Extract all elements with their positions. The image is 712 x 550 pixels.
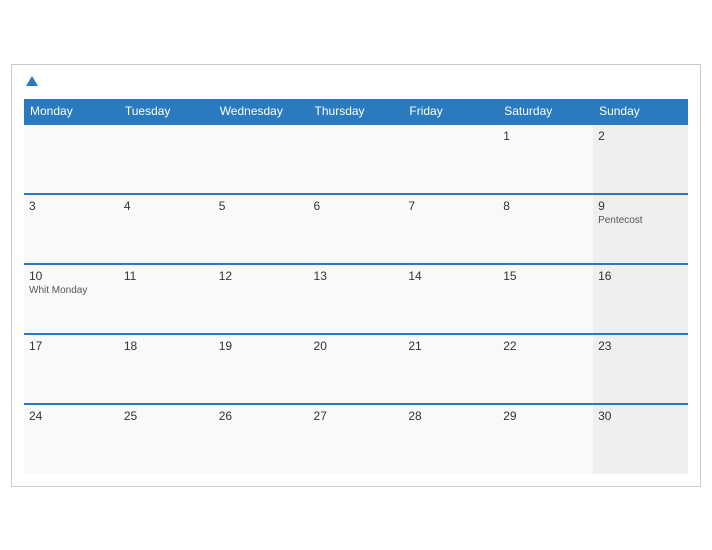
calendar-row-week-5: 24 25 26 27 28 29 30 bbox=[24, 404, 688, 474]
day-number: 6 bbox=[314, 199, 399, 213]
weekday-header-friday: Friday bbox=[403, 99, 498, 124]
day-number: 27 bbox=[314, 409, 399, 423]
calendar-cell: 5 bbox=[214, 194, 309, 264]
day-number: 26 bbox=[219, 409, 304, 423]
calendar-cell: 24 bbox=[24, 404, 119, 474]
calendar-row-week-2: 3456789 Pentecost bbox=[24, 194, 688, 264]
day-number: 25 bbox=[124, 409, 209, 423]
calendar-cell: 21 bbox=[403, 334, 498, 404]
weekday-header-saturday: Saturday bbox=[498, 99, 593, 124]
day-number: 7 bbox=[408, 199, 493, 213]
weekday-header-sunday: Sunday bbox=[593, 99, 688, 124]
logo-triangle-icon bbox=[26, 76, 38, 86]
day-number: 5 bbox=[219, 199, 304, 213]
day-number: 29 bbox=[503, 409, 588, 423]
weekday-header-thursday: Thursday bbox=[309, 99, 404, 124]
logo-text bbox=[24, 75, 38, 91]
day-number: 17 bbox=[29, 339, 114, 353]
calendar-cell: 12 bbox=[214, 264, 309, 334]
calendar-cell: 20 bbox=[309, 334, 404, 404]
day-number: 1 bbox=[503, 129, 588, 143]
calendar-cell: 30 bbox=[593, 404, 688, 474]
calendar-cell: 1 bbox=[498, 124, 593, 194]
weekday-header-row: MondayTuesdayWednesdayThursdayFridaySatu… bbox=[24, 99, 688, 124]
calendar-cell bbox=[214, 124, 309, 194]
day-number: 30 bbox=[598, 409, 683, 423]
logo bbox=[24, 75, 38, 91]
day-number: 15 bbox=[503, 269, 588, 283]
calendar-cell: 14 bbox=[403, 264, 498, 334]
day-number: 11 bbox=[124, 269, 209, 283]
calendar-cell bbox=[119, 124, 214, 194]
day-number: 14 bbox=[408, 269, 493, 283]
calendar-cell: 17 bbox=[24, 334, 119, 404]
day-number: 21 bbox=[408, 339, 493, 353]
day-number: 19 bbox=[219, 339, 304, 353]
calendar: MondayTuesdayWednesdayThursdayFridaySatu… bbox=[11, 64, 701, 487]
day-number: 18 bbox=[124, 339, 209, 353]
calendar-row-week-4: 17 18 19 20 21 22 23 bbox=[24, 334, 688, 404]
day-number: 13 bbox=[314, 269, 399, 283]
day-number: 10 bbox=[29, 269, 114, 283]
calendar-cell: 9 Pentecost bbox=[593, 194, 688, 264]
calendar-cell: 3 bbox=[24, 194, 119, 264]
calendar-cell: 27 bbox=[309, 404, 404, 474]
day-number: 20 bbox=[314, 339, 399, 353]
calendar-cell: 26 bbox=[214, 404, 309, 474]
day-number: 3 bbox=[29, 199, 114, 213]
day-number: 12 bbox=[219, 269, 304, 283]
calendar-header bbox=[24, 75, 688, 91]
calendar-cell: 10 Whit Monday bbox=[24, 264, 119, 334]
calendar-cell: 15 bbox=[498, 264, 593, 334]
holiday-label: Whit Monday bbox=[29, 285, 114, 296]
day-number: 28 bbox=[408, 409, 493, 423]
calendar-cell: 29 bbox=[498, 404, 593, 474]
weekday-header-wednesday: Wednesday bbox=[214, 99, 309, 124]
calendar-cell: 13 bbox=[309, 264, 404, 334]
calendar-cell bbox=[309, 124, 404, 194]
calendar-cell: 19 bbox=[214, 334, 309, 404]
weekday-header-tuesday: Tuesday bbox=[119, 99, 214, 124]
day-number: 2 bbox=[598, 129, 683, 143]
day-number: 8 bbox=[503, 199, 588, 213]
calendar-cell: 18 bbox=[119, 334, 214, 404]
calendar-cell: 7 bbox=[403, 194, 498, 264]
calendar-cell: 23 bbox=[593, 334, 688, 404]
day-number: 4 bbox=[124, 199, 209, 213]
calendar-cell: 2 bbox=[593, 124, 688, 194]
calendar-cell: 16 bbox=[593, 264, 688, 334]
calendar-table: MondayTuesdayWednesdayThursdayFridaySatu… bbox=[24, 99, 688, 474]
calendar-cell: 25 bbox=[119, 404, 214, 474]
calendar-cell bbox=[403, 124, 498, 194]
day-number: 24 bbox=[29, 409, 114, 423]
weekday-header-monday: Monday bbox=[24, 99, 119, 124]
calendar-row-week-1: 12 bbox=[24, 124, 688, 194]
day-number: 9 bbox=[598, 199, 683, 213]
day-number: 22 bbox=[503, 339, 588, 353]
calendar-cell bbox=[24, 124, 119, 194]
day-number: 23 bbox=[598, 339, 683, 353]
calendar-cell: 6 bbox=[309, 194, 404, 264]
calendar-cell: 28 bbox=[403, 404, 498, 474]
calendar-cell: 11 bbox=[119, 264, 214, 334]
calendar-cell: 8 bbox=[498, 194, 593, 264]
calendar-body: 123456789Pentecost10Whit Monday111213141… bbox=[24, 124, 688, 474]
calendar-cell: 22 bbox=[498, 334, 593, 404]
holiday-label: Pentecost bbox=[598, 215, 683, 226]
day-number: 16 bbox=[598, 269, 683, 283]
calendar-cell: 4 bbox=[119, 194, 214, 264]
calendar-row-week-3: 10 Whit Monday 11 12 13 14 15 16 bbox=[24, 264, 688, 334]
